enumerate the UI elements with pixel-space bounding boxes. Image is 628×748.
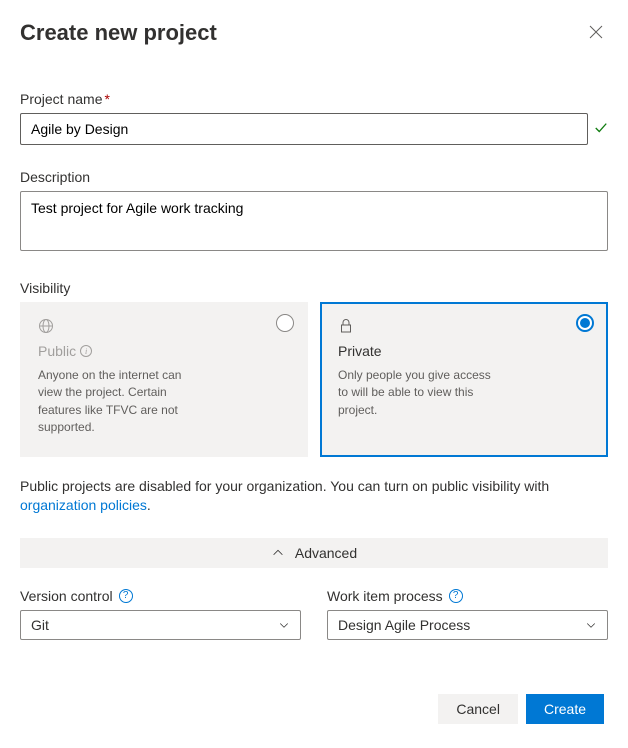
- lock-icon: [338, 318, 590, 337]
- checkmark-icon: [594, 121, 608, 138]
- description-label: Description: [20, 169, 608, 185]
- version-control-select[interactable]: Git: [20, 610, 301, 640]
- globe-icon: [38, 318, 290, 337]
- chevron-down-icon: [278, 619, 290, 631]
- advanced-toggle[interactable]: Advanced: [20, 538, 608, 568]
- visibility-public-desc: Anyone on the internet can view the proj…: [38, 367, 198, 437]
- help-icon[interactable]: ?: [449, 589, 463, 603]
- org-policies-link[interactable]: organization policies: [20, 497, 147, 513]
- visibility-private-card[interactable]: Private Only people you give access to w…: [320, 302, 608, 457]
- description-input[interactable]: Test project for Agile work tracking: [20, 191, 608, 251]
- radio-unchecked-icon: [276, 314, 294, 332]
- help-icon[interactable]: ?: [119, 589, 133, 603]
- work-item-process-select[interactable]: Design Agile Process: [327, 610, 608, 640]
- close-icon: [588, 24, 604, 40]
- visibility-public-title: Public: [38, 343, 76, 359]
- cancel-button[interactable]: Cancel: [438, 694, 518, 724]
- required-asterisk: *: [104, 91, 109, 107]
- visibility-note: Public projects are disabled for your or…: [20, 477, 608, 516]
- chevron-up-icon: [271, 546, 285, 560]
- dialog-title: Create new project: [20, 20, 217, 46]
- visibility-private-title: Private: [338, 343, 590, 359]
- visibility-private-desc: Only people you give access to will be a…: [338, 367, 498, 419]
- chevron-down-icon: [585, 619, 597, 631]
- project-name-label: Project name*: [20, 91, 608, 107]
- info-icon: i: [80, 345, 92, 357]
- visibility-public-card: Public i Anyone on the internet can view…: [20, 302, 308, 457]
- close-button[interactable]: [584, 20, 608, 47]
- visibility-label: Visibility: [20, 280, 608, 296]
- version-control-label: Version control: [20, 588, 113, 604]
- radio-checked-icon: [576, 314, 594, 332]
- project-name-input[interactable]: [20, 113, 588, 145]
- work-item-process-label: Work item process: [327, 588, 443, 604]
- create-button[interactable]: Create: [526, 694, 604, 724]
